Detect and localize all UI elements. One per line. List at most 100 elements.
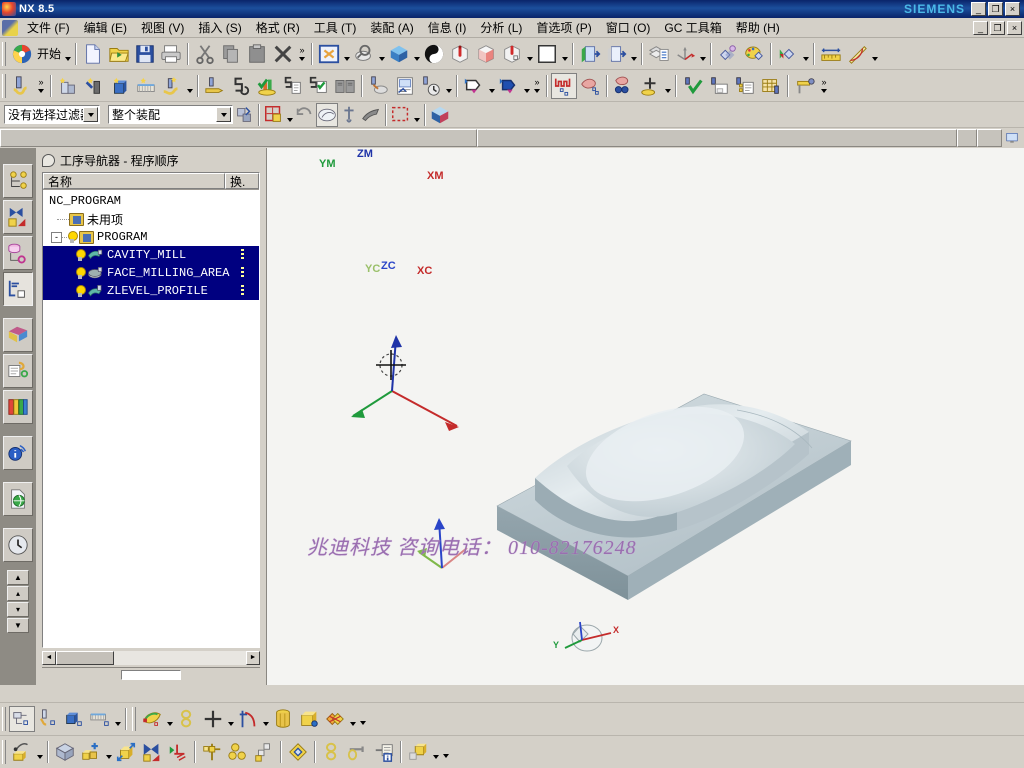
fit-view-icon[interactable] xyxy=(316,41,342,67)
cut-level-caret-icon[interactable] xyxy=(487,74,496,98)
menu-analysis[interactable]: 分析 (L) xyxy=(473,17,529,38)
measure-caret-icon[interactable] xyxy=(870,42,879,66)
tool-holder-icon[interactable] xyxy=(792,73,818,99)
bottom2-caret-2-icon[interactable] xyxy=(104,740,113,764)
solid-select-icon[interactable] xyxy=(429,103,451,127)
tree-item-unused[interactable]: 未用项 xyxy=(43,210,259,228)
scrollbar-thumb[interactable] xyxy=(56,650,114,665)
menu-file[interactable]: 文件 (F) xyxy=(20,17,77,38)
menu-view[interactable]: 视图 (V) xyxy=(134,17,191,38)
unite-icon[interactable] xyxy=(322,706,348,732)
blue-box-feature-icon[interactable] xyxy=(61,706,87,732)
print-icon[interactable] xyxy=(158,41,184,67)
column-change[interactable]: 换. xyxy=(225,173,259,189)
scroll-bottom-button[interactable]: ▼ xyxy=(7,618,29,633)
rotate-icon[interactable] xyxy=(386,41,412,67)
create-operation-icon[interactable] xyxy=(107,73,133,99)
toolbar-grip-mfg-1[interactable] xyxy=(2,73,6,98)
menu-edit[interactable]: 编辑 (E) xyxy=(77,17,134,38)
close-button[interactable]: × xyxy=(1005,2,1020,16)
background-color-icon[interactable] xyxy=(534,41,560,67)
section-view-icon[interactable] xyxy=(473,41,499,67)
start-button-icon[interactable] xyxy=(9,41,35,67)
rect-select-caret-icon[interactable] xyxy=(412,103,421,127)
simulate-icon[interactable] xyxy=(332,73,358,99)
wcs-icon[interactable] xyxy=(672,41,698,67)
create-tool-icon[interactable] xyxy=(9,73,35,99)
verify-toolpath-icon[interactable] xyxy=(254,73,280,99)
create-feature-icon[interactable] xyxy=(9,706,35,732)
tree-item-face-milling-area[interactable]: FACE_MILLING_AREA xyxy=(43,264,259,282)
op-table-icon[interactable] xyxy=(758,73,784,99)
sketch-curve-icon[interactable] xyxy=(235,706,261,732)
scroll-left-button[interactable]: ◄ xyxy=(42,650,56,665)
doc-minimize-button[interactable]: _ xyxy=(973,20,988,35)
cut-level-icon[interactable] xyxy=(461,73,487,99)
bottom2-caret-3-icon[interactable] xyxy=(431,740,440,764)
measure-pin-icon[interactable] xyxy=(345,739,371,765)
navigator-resize-handle[interactable] xyxy=(121,669,181,680)
tree-item-cavity-mill[interactable]: CAVITY_MILL xyxy=(43,246,259,264)
rect-select-icon[interactable] xyxy=(390,103,412,127)
wireframe-caret-icon[interactable] xyxy=(629,42,638,66)
top-view-icon[interactable] xyxy=(499,41,525,67)
info-assistant-icon[interactable] xyxy=(3,436,33,470)
cut-region-caret-icon[interactable] xyxy=(522,74,531,98)
menu-tools[interactable]: 工具 (T) xyxy=(307,17,364,38)
menu-preferences[interactable]: 首选项 (P) xyxy=(529,17,598,38)
select-similar-icon[interactable] xyxy=(233,103,255,127)
op-ok-icon[interactable] xyxy=(680,73,706,99)
visual-icon[interactable] xyxy=(741,41,767,67)
bottom-caret-4-icon[interactable] xyxy=(261,707,270,731)
edit-feature-icon[interactable] xyxy=(35,706,61,732)
assembly-navigator-icon[interactable] xyxy=(3,164,33,198)
analysis-color-icon[interactable] xyxy=(139,706,165,732)
doc-restore-button[interactable]: ❐ xyxy=(990,20,1005,35)
new-file-icon[interactable] xyxy=(80,41,106,67)
scroll-right-button[interactable]: ► xyxy=(246,650,260,665)
wireframe-icon[interactable] xyxy=(603,41,629,67)
add-component-icon[interactable] xyxy=(78,739,104,765)
roles-books-icon[interactable] xyxy=(3,390,33,424)
tree-item-zlevel-profile[interactable]: ZLEVEL_PROFILE xyxy=(43,282,259,300)
menu-help[interactable]: 帮助 (H) xyxy=(729,17,787,38)
layer-settings-icon[interactable] xyxy=(646,41,672,67)
sketch-pen-icon[interactable] xyxy=(9,739,35,765)
generate-toolpath-icon[interactable] xyxy=(202,73,228,99)
ipw-icon[interactable] xyxy=(577,73,603,99)
create-geometry-icon[interactable] xyxy=(55,73,81,99)
face-select-icon[interactable] xyxy=(316,102,338,127)
wave-link-icon[interactable] xyxy=(199,739,225,765)
create-caret-icon[interactable] xyxy=(185,74,194,98)
menu-information[interactable]: 信息 (I) xyxy=(421,17,474,38)
background-caret-icon[interactable] xyxy=(560,42,569,66)
delete-icon[interactable] xyxy=(270,41,296,67)
measure-angle-icon[interactable] xyxy=(844,41,870,67)
edge-select-icon[interactable] xyxy=(360,103,382,127)
web-browser-icon[interactable] xyxy=(3,482,33,516)
post-process-icon[interactable] xyxy=(366,73,392,99)
copy-icon[interactable] xyxy=(218,41,244,67)
cut-icon[interactable] xyxy=(192,41,218,67)
selection-filter-chevron-down-icon[interactable] xyxy=(83,107,98,122)
pattern-feature-icon[interactable] xyxy=(87,706,113,732)
tree-item-program[interactable]: - PROGRAM xyxy=(43,228,259,246)
navigator-tree[interactable]: 名称 换. NC_PROGRAM 未用项 - PROGRAM CAVITY_MI… xyxy=(42,172,260,648)
menu-format[interactable]: 格式 (R) xyxy=(249,17,307,38)
part-navigator-icon[interactable] xyxy=(3,236,33,270)
start-menu-label[interactable]: 开始 xyxy=(35,45,63,62)
datum-plane-icon[interactable] xyxy=(52,739,78,765)
op-note-icon[interactable] xyxy=(706,73,732,99)
workpiece-icon[interactable] xyxy=(551,72,577,99)
menu-assemblies[interactable]: 装配 (A) xyxy=(363,17,420,38)
scrollbar-track[interactable] xyxy=(56,650,246,665)
mfg-overflow-chevron-2-icon[interactable]: » xyxy=(531,73,543,99)
view-caret-icon[interactable] xyxy=(525,42,534,66)
mfg-overflow-chevron-icon[interactable]: » xyxy=(35,73,47,99)
mfg-overflow-chevron-3-icon[interactable]: » xyxy=(818,73,830,99)
fit-view-caret-icon[interactable] xyxy=(342,42,351,66)
bottom-grip-1[interactable] xyxy=(2,707,6,731)
history-pane-icon[interactable] xyxy=(3,354,33,388)
point-select-icon[interactable] xyxy=(338,103,360,127)
block-icon[interactable] xyxy=(296,706,322,732)
